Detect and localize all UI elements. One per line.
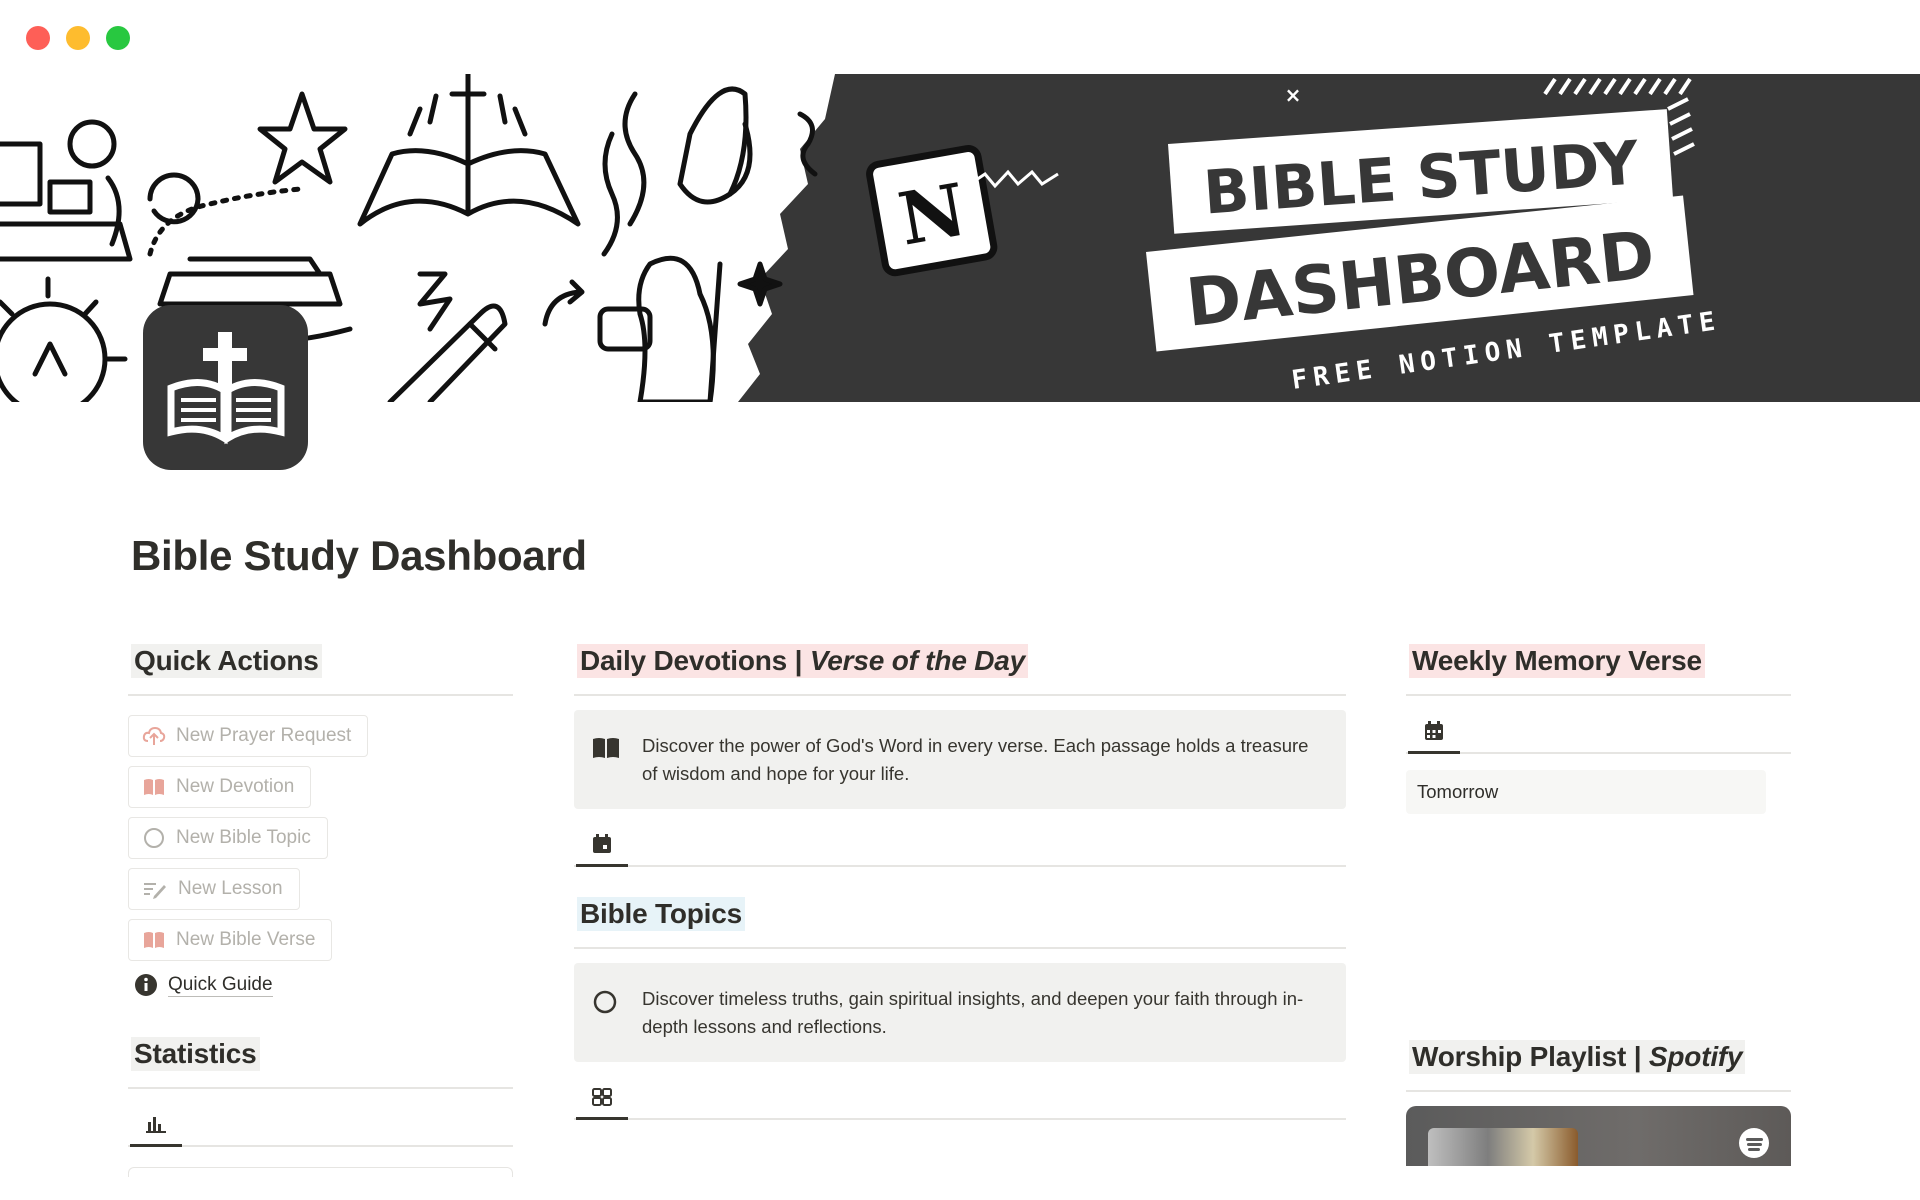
quick-actions-heading: Quick Actions [131,644,322,678]
callout-text: Discover the power of God's Word in ever… [642,735,1309,784]
heading-main: Daily Devotions | [580,645,810,676]
open-book-icon [144,778,164,795]
worship-playlist-heading-row: Worship Playlist | Spotify [1406,1036,1791,1092]
weekly-memory-verse-heading-row: Weekly Memory Verse [1406,640,1791,696]
callout-text: Discover timeless truths, gain spiritual… [642,988,1304,1037]
quick-actions-heading-row: Quick Actions [128,640,513,696]
bible-cross-icon [167,331,284,444]
new-devotion-button[interactable]: New Devotion [128,765,312,808]
calendar-icon [593,833,611,853]
worship-playlist-heading: Worship Playlist | Spotify [1409,1040,1746,1074]
spotify-icon [1739,1128,1769,1158]
memory-verse-item[interactable]: Tomorrow [1406,770,1766,814]
pencil-lines-icon [144,882,166,899]
circle-icon [144,827,164,848]
maximize-window-button[interactable] [106,26,130,50]
statistics-view-tabs [128,1089,513,1147]
close-window-button[interactable] [26,26,50,50]
gallery-view-tab[interactable] [576,1076,628,1120]
heading-italic: Verse of the Day [809,645,1026,676]
info-icon [135,974,157,996]
book-icon [593,738,619,758]
quick-guide-link[interactable]: Quick Guide [134,965,513,1005]
calendar-icon [1425,720,1443,740]
button-label: New Devotion [176,775,295,797]
notion-logo: N [866,144,998,277]
bible-topics-callout: Discover timeless truths, gain spiritual… [574,963,1346,1062]
new-bible-verse-button[interactable]: New Bible Verse [128,918,333,961]
new-prayer-request-button[interactable]: New Prayer Request [128,714,369,757]
quick-actions-list: New Prayer Request New Devotion New Bibl… [128,710,513,1005]
bible-topics-heading: Bible Topics [577,897,745,931]
heading-main: Worship Playlist | [1412,1041,1649,1072]
page-icon[interactable] [143,305,308,470]
page-title: Bible Study Dashboard [131,532,587,579]
heading-italic: Spotify [1648,1041,1743,1072]
window-controls [26,26,130,50]
button-label: New Prayer Request [176,724,352,746]
spotify-embed[interactable] [1406,1106,1791,1166]
button-label: New Bible Topic [176,826,311,848]
bible-topics-heading-row: Bible Topics [574,893,1346,949]
calendar-view-tab[interactable] [1408,710,1460,754]
button-label: New Lesson [178,877,283,899]
statistics-view-tab[interactable] [130,1103,182,1147]
statistics-heading-row: Statistics [128,1033,513,1089]
circle-icon [593,990,617,1014]
middle-column: Daily Devotions | Verse of the Day Disco… [574,640,1346,1120]
doodle-drawings [0,74,818,402]
svg-text:×: × [1285,83,1302,107]
cloud-upload-icon [142,726,166,745]
daily-devotions-view-tabs [574,809,1346,867]
new-lesson-button[interactable]: New Lesson [128,867,300,910]
bar-chart-icon [146,1116,166,1133]
calendar-view-tab[interactable] [576,823,628,867]
new-bible-topic-button[interactable]: New Bible Topic [128,816,328,859]
daily-devotions-heading-row: Daily Devotions | Verse of the Day [574,640,1346,696]
daily-devotions-heading: Daily Devotions | Verse of the Day [577,644,1029,678]
statistics-heading: Statistics [131,1037,260,1071]
daily-devotions-callout: Discover the power of God's Word in ever… [574,710,1346,809]
right-column: Weekly Memory Verse Tomorrow Worship Pla… [1406,640,1791,1166]
left-column: Quick Actions New Prayer Request New Dev… [128,640,513,1177]
open-book-icon [144,931,164,948]
playlist-cover-art [1428,1128,1578,1166]
button-label: New Bible Verse [176,928,316,950]
bible-topics-view-tabs [574,1062,1346,1120]
weekly-memory-verse-view-tabs [1406,696,1791,754]
quick-guide-label: Quick Guide [168,973,273,997]
statistics-chart-card [128,1167,513,1177]
weekly-memory-verse-heading: Weekly Memory Verse [1409,644,1705,678]
gallery-icon [592,1087,612,1106]
minimize-window-button[interactable] [66,26,90,50]
